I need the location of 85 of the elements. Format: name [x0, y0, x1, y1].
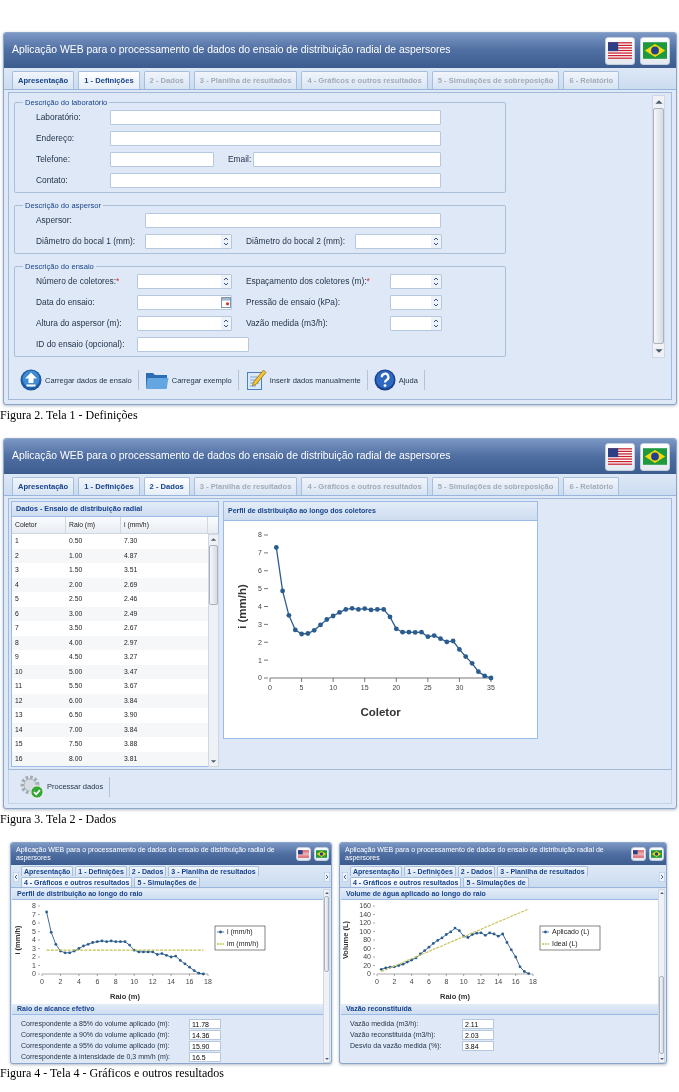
brazil-flag-icon: [651, 850, 662, 858]
number-field[interactable]: [137, 274, 232, 289]
spinner-arrows-icon[interactable]: [431, 275, 441, 288]
number-field[interactable]: [390, 274, 442, 289]
field-label: Espaçamento dos coletores (m):: [246, 276, 367, 287]
figure-caption: Figura 2. Tela 1 - Definições: [0, 408, 138, 423]
field-label: Laboratório:: [36, 112, 81, 123]
field-label: Diâmetro do bocal 2 (mm):: [246, 236, 346, 247]
us-flag-icon: [298, 850, 309, 858]
number-field[interactable]: [390, 316, 442, 331]
language-button[interactable]: [640, 442, 670, 471]
scrollbar-thumb[interactable]: [324, 896, 329, 972]
number-field[interactable]: [137, 316, 232, 331]
field-label: Email:: [228, 154, 252, 165]
axis-title: Coletor: [360, 706, 401, 718]
text-field[interactable]: [137, 337, 249, 352]
spinner-arrows-icon[interactable]: [221, 235, 231, 248]
notepad-pencil-icon: [244, 369, 267, 391]
required-mark: *: [116, 276, 120, 287]
text-field[interactable]: [253, 152, 441, 167]
date-field[interactable]: [137, 295, 232, 310]
field-label: Altura do aspersor (m):: [36, 318, 122, 329]
spinner-arrows-icon[interactable]: [431, 317, 441, 330]
spinner-arrows-icon[interactable]: [221, 317, 231, 330]
folder-icon: [144, 370, 169, 390]
chevron-left-icon[interactable]: [13, 871, 19, 882]
text-field[interactable]: [110, 173, 441, 188]
chart-legend: [214, 925, 266, 951]
scrollbar[interactable]: [652, 95, 665, 358]
window-title: Aplicação WEB para o processamento de dados do ensaio de distribuição radial de aspersores: [12, 44, 452, 57]
spinner-arrows-icon[interactable]: [431, 235, 441, 248]
spinner-arrows-icon[interactable]: [221, 275, 231, 288]
number-field[interactable]: [145, 234, 232, 249]
brazil-flag-icon: [643, 448, 667, 465]
field-label: Data do ensaio:: [36, 297, 95, 308]
scroll-down-icon[interactable]: [323, 1056, 330, 1062]
figure-caption: Figura 3. Tela 2 - Dados: [0, 812, 117, 827]
axis-title: i (mm/h): [236, 584, 248, 629]
chevron-left-icon[interactable]: [342, 871, 348, 882]
language-button[interactable]: [605, 442, 635, 471]
upload-icon: [20, 369, 42, 391]
number-field[interactable]: [390, 295, 442, 310]
scrollbar-thumb[interactable]: [653, 108, 664, 344]
window-title: Aplicação WEB para o processamento de dados do ensaio de distribuição radial de aspersores: [12, 450, 452, 463]
scroll-up-icon[interactable]: [658, 890, 665, 896]
language-button[interactable]: [640, 36, 670, 65]
text-field[interactable]: [110, 131, 441, 146]
calendar-icon[interactable]: [221, 297, 231, 308]
scrollbar-thumb[interactable]: [209, 545, 218, 605]
language-button[interactable]: [605, 36, 635, 65]
gear-check-icon: [20, 774, 44, 799]
field-label: ID do ensaio (opcional):: [36, 339, 125, 350]
scroll-up-icon[interactable]: [323, 890, 330, 896]
field-label: Contato:: [36, 175, 68, 186]
scrollbar[interactable]: [658, 889, 665, 1063]
us-flag-icon: [608, 42, 632, 59]
scroll-down-icon[interactable]: [209, 757, 218, 766]
text-field[interactable]: [110, 152, 214, 167]
number-field[interactable]: [355, 234, 442, 249]
us-flag-icon: [608, 448, 632, 465]
language-button[interactable]: [631, 847, 646, 861]
chevron-right-icon[interactable]: [324, 871, 330, 882]
brazil-flag-icon: [316, 850, 327, 858]
brazil-flag-icon: [643, 42, 667, 59]
scrollbar[interactable]: [208, 534, 219, 767]
scroll-down-icon[interactable]: [658, 1056, 665, 1062]
figure-caption: Figura 4 - Tela 4 - Gráficos e outros resultados: [0, 1066, 224, 1081]
field-label: Vazão medida (m3/h):: [246, 318, 328, 329]
chart-legend: [539, 925, 601, 951]
scrollbar[interactable]: [323, 889, 330, 1063]
field-label: Diâmetro do bocal 1 (mm):: [36, 236, 136, 247]
language-button[interactable]: [296, 847, 311, 861]
field-label: Endereço:: [36, 133, 75, 144]
help-icon: [373, 369, 396, 391]
field-label: Telefone:: [36, 154, 70, 165]
us-flag-icon: [633, 850, 644, 858]
field-label: Pressão de ensaio (kPa):: [246, 297, 341, 308]
language-button[interactable]: [649, 847, 664, 861]
language-button[interactable]: [314, 847, 329, 861]
chevron-right-icon[interactable]: [659, 871, 665, 882]
text-field[interactable]: [145, 213, 441, 228]
field-label: Aspersor:: [36, 215, 72, 226]
text-field[interactable]: [110, 110, 441, 125]
spinner-arrows-icon[interactable]: [431, 296, 441, 309]
scrollbar-thumb[interactable]: [659, 976, 664, 1054]
